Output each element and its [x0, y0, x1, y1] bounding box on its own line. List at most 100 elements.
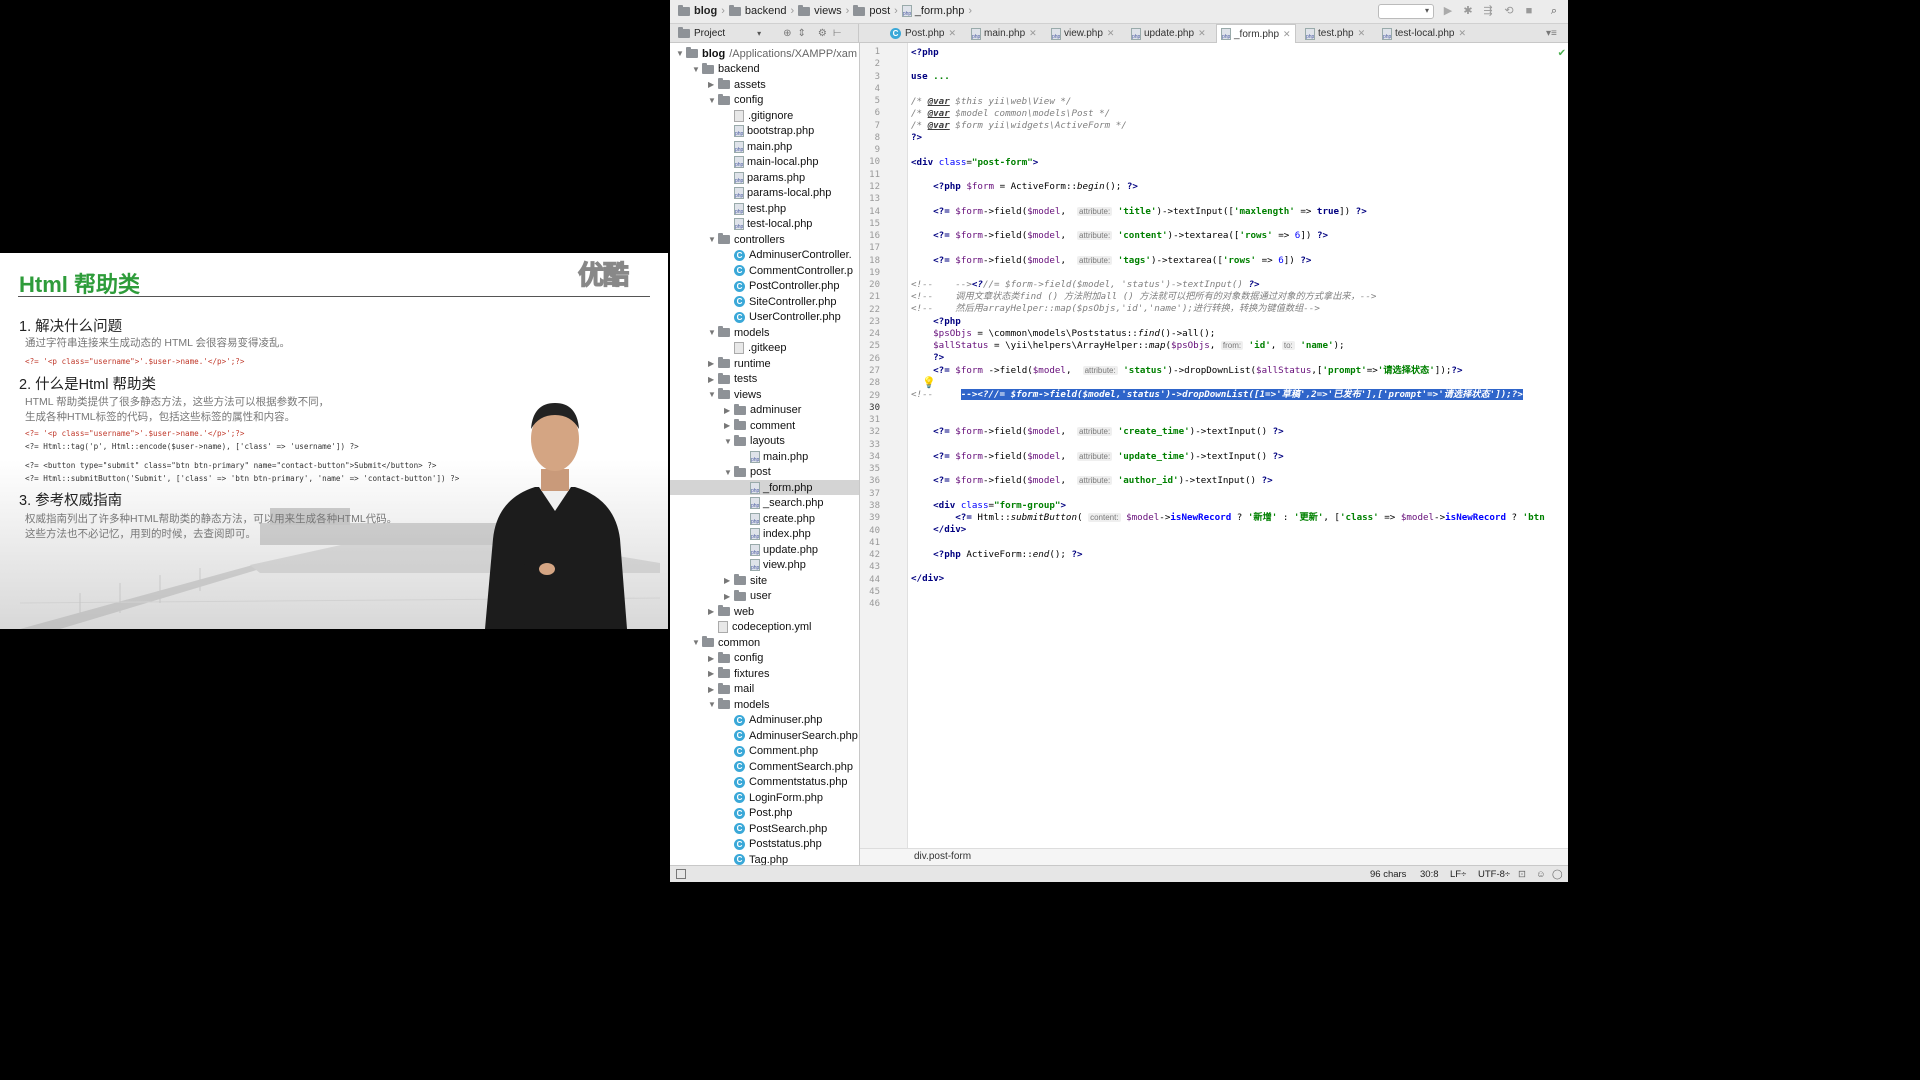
stop-icon[interactable]: ■: [1523, 5, 1535, 17]
chevron-down-icon[interactable]: ▾: [757, 29, 761, 38]
tree-item[interactable]: php view.php: [670, 558, 806, 573]
tree-item[interactable]: php test-local.php: [670, 217, 812, 232]
tree-item[interactable]: C Tag.php: [670, 852, 788, 865]
tree-item[interactable]: ▼ layouts: [670, 434, 785, 449]
breadcrumb-backend[interactable]: backend: [745, 5, 787, 17]
close-icon[interactable]: ✕: [1458, 28, 1466, 39]
collapsed-arrow-icon[interactable]: ▶: [708, 669, 718, 678]
lightbulb-icon[interactable]: 💡: [922, 376, 936, 389]
tree-item[interactable]: php main.php: [670, 449, 808, 464]
tree-item[interactable]: ▼ blog/Applications/XAMPP/xam: [670, 46, 857, 61]
collapsed-arrow-icon[interactable]: ▶: [708, 607, 718, 616]
collapse-icon[interactable]: ⇕: [798, 28, 806, 39]
tab-overflow-menu[interactable]: ▾≡: [1542, 24, 1561, 43]
tree-item[interactable]: ▼ post: [670, 465, 771, 480]
tree-item[interactable]: ▶ assets: [670, 77, 766, 92]
collapsed-arrow-icon[interactable]: ▶: [724, 576, 734, 585]
tree-item[interactable]: C SiteController.php: [670, 294, 836, 309]
breadcrumb-blog[interactable]: blog: [694, 5, 717, 17]
tree-item[interactable]: ▶ comment: [670, 418, 795, 433]
run-config-dropdown[interactable]: ▾: [1378, 4, 1434, 19]
tree-item[interactable]: ▶ fixtures: [670, 666, 769, 681]
tree-item[interactable]: ▶ web: [670, 604, 754, 619]
breadcrumb-post[interactable]: post: [869, 5, 890, 17]
tree-item[interactable]: ▶ mail: [670, 682, 754, 697]
tree-item[interactable]: ▼ views: [670, 387, 762, 402]
debug-icon[interactable]: ✱: [1462, 5, 1474, 17]
event-log-icon[interactable]: ◯: [1552, 869, 1563, 880]
tree-item[interactable]: C PostSearch.php: [670, 821, 827, 836]
gear-icon[interactable]: ⚙: [818, 28, 827, 39]
tree-item[interactable]: ▼ config: [670, 93, 763, 108]
tree-item[interactable]: C Commentstatus.php: [670, 775, 847, 790]
tree-item[interactable]: ▶ config: [670, 651, 763, 666]
collapsed-arrow-icon[interactable]: ▶: [708, 685, 718, 694]
tab-main[interactable]: php main.php ✕: [967, 24, 1041, 43]
coverage-icon[interactable]: ⇶: [1482, 5, 1494, 17]
collapsed-arrow-icon[interactable]: ▶: [724, 592, 734, 601]
tree-item[interactable]: C AdminuserController.: [670, 248, 852, 263]
tree-item[interactable]: C CommentSearch.php: [670, 759, 853, 774]
tree-item[interactable]: .gitignore: [670, 108, 793, 123]
line-ending[interactable]: LF÷: [1450, 869, 1466, 880]
close-icon[interactable]: ✕: [948, 28, 956, 39]
tab-update[interactable]: php update.php ✕: [1127, 24, 1210, 43]
tree-item[interactable]: ▶ runtime: [670, 356, 771, 371]
run-icon[interactable]: ▶: [1442, 5, 1454, 17]
expanded-arrow-icon[interactable]: ▼: [692, 65, 702, 74]
tree-item[interactable]: codeception.yml: [670, 620, 812, 635]
collapsed-arrow-icon[interactable]: ▶: [708, 654, 718, 663]
file-encoding[interactable]: UTF-8÷: [1478, 869, 1510, 880]
tree-item[interactable]: ▼ models: [670, 697, 769, 712]
close-icon[interactable]: ✕: [1029, 28, 1037, 39]
tree-item[interactable]: php params.php: [670, 170, 805, 185]
tree-item[interactable]: php update.php: [670, 542, 818, 557]
breadcrumb-form[interactable]: _form.php: [915, 5, 965, 17]
tab-post[interactable]: C Post.php ✕: [886, 24, 960, 43]
tab-test[interactable]: php test.php ✕: [1301, 24, 1369, 43]
tree-item[interactable]: C Adminuser.php: [670, 713, 822, 728]
inspector-icon[interactable]: ☺: [1536, 869, 1546, 880]
project-panel-header[interactable]: Project ▾ ⊕ ⇕ ⚙ ⊢: [670, 24, 859, 43]
tree-item[interactable]: php _search.php: [670, 496, 824, 511]
expanded-arrow-icon[interactable]: ▼: [708, 328, 718, 337]
cursor-position[interactable]: 30:8: [1420, 869, 1439, 880]
code-editor[interactable]: <?php use ... /* @var $this yii\web\View…: [908, 43, 1568, 849]
tab-form[interactable]: php _form.php ✕: [1216, 24, 1296, 43]
tree-item[interactable]: C PostController.php: [670, 279, 840, 294]
editor-breadcrumb[interactable]: div.post-form: [860, 848, 1568, 865]
tree-item[interactable]: C UserController.php: [670, 310, 841, 325]
tree-item[interactable]: C AdminuserSearch.php: [670, 728, 858, 743]
expanded-arrow-icon[interactable]: ▼: [708, 390, 718, 399]
tree-item[interactable]: C Comment.php: [670, 744, 818, 759]
tree-item[interactable]: C Poststatus.php: [670, 837, 822, 852]
tree-item[interactable]: ▼ models: [670, 325, 769, 340]
tree-item[interactable]: C Post.php: [670, 806, 792, 821]
tab-test-local[interactable]: php test-local.php ✕: [1378, 24, 1470, 43]
breadcrumb-views[interactable]: views: [814, 5, 842, 17]
search-icon[interactable]: ⌕: [1548, 5, 1560, 17]
collapsed-arrow-icon[interactable]: ▶: [708, 359, 718, 368]
tree-item[interactable]: php main-local.php: [670, 155, 819, 170]
toggle-panels-icon[interactable]: [676, 869, 686, 879]
tree-item[interactable]: php index.php: [670, 527, 811, 542]
expanded-arrow-icon[interactable]: ▼: [708, 235, 718, 244]
sync-icon[interactable]: ⊕: [783, 28, 791, 39]
tree-item[interactable]: ▶ tests: [670, 372, 757, 387]
tree-item[interactable]: ▶ adminuser: [670, 403, 801, 418]
tree-item[interactable]: php bootstrap.php: [670, 124, 814, 139]
tree-item[interactable]: php test.php: [670, 201, 786, 216]
tree-item[interactable]: php _form.php: [670, 480, 859, 495]
tree-item[interactable]: php main.php: [670, 139, 792, 154]
close-icon[interactable]: ✕: [1358, 28, 1366, 39]
expanded-arrow-icon[interactable]: ▼: [708, 700, 718, 709]
tree-item[interactable]: ▼ backend: [670, 62, 760, 77]
expanded-arrow-icon[interactable]: ▼: [724, 437, 734, 446]
tab-view[interactable]: php view.php ✕: [1047, 24, 1118, 43]
collapsed-arrow-icon[interactable]: ▶: [708, 80, 718, 89]
tree-item[interactable]: ▶ user: [670, 589, 771, 604]
tree-item[interactable]: php params-local.php: [670, 186, 831, 201]
close-icon[interactable]: ✕: [1107, 28, 1115, 39]
expanded-arrow-icon[interactable]: ▼: [724, 468, 734, 477]
tree-item[interactable]: ▼ controllers: [670, 232, 785, 247]
